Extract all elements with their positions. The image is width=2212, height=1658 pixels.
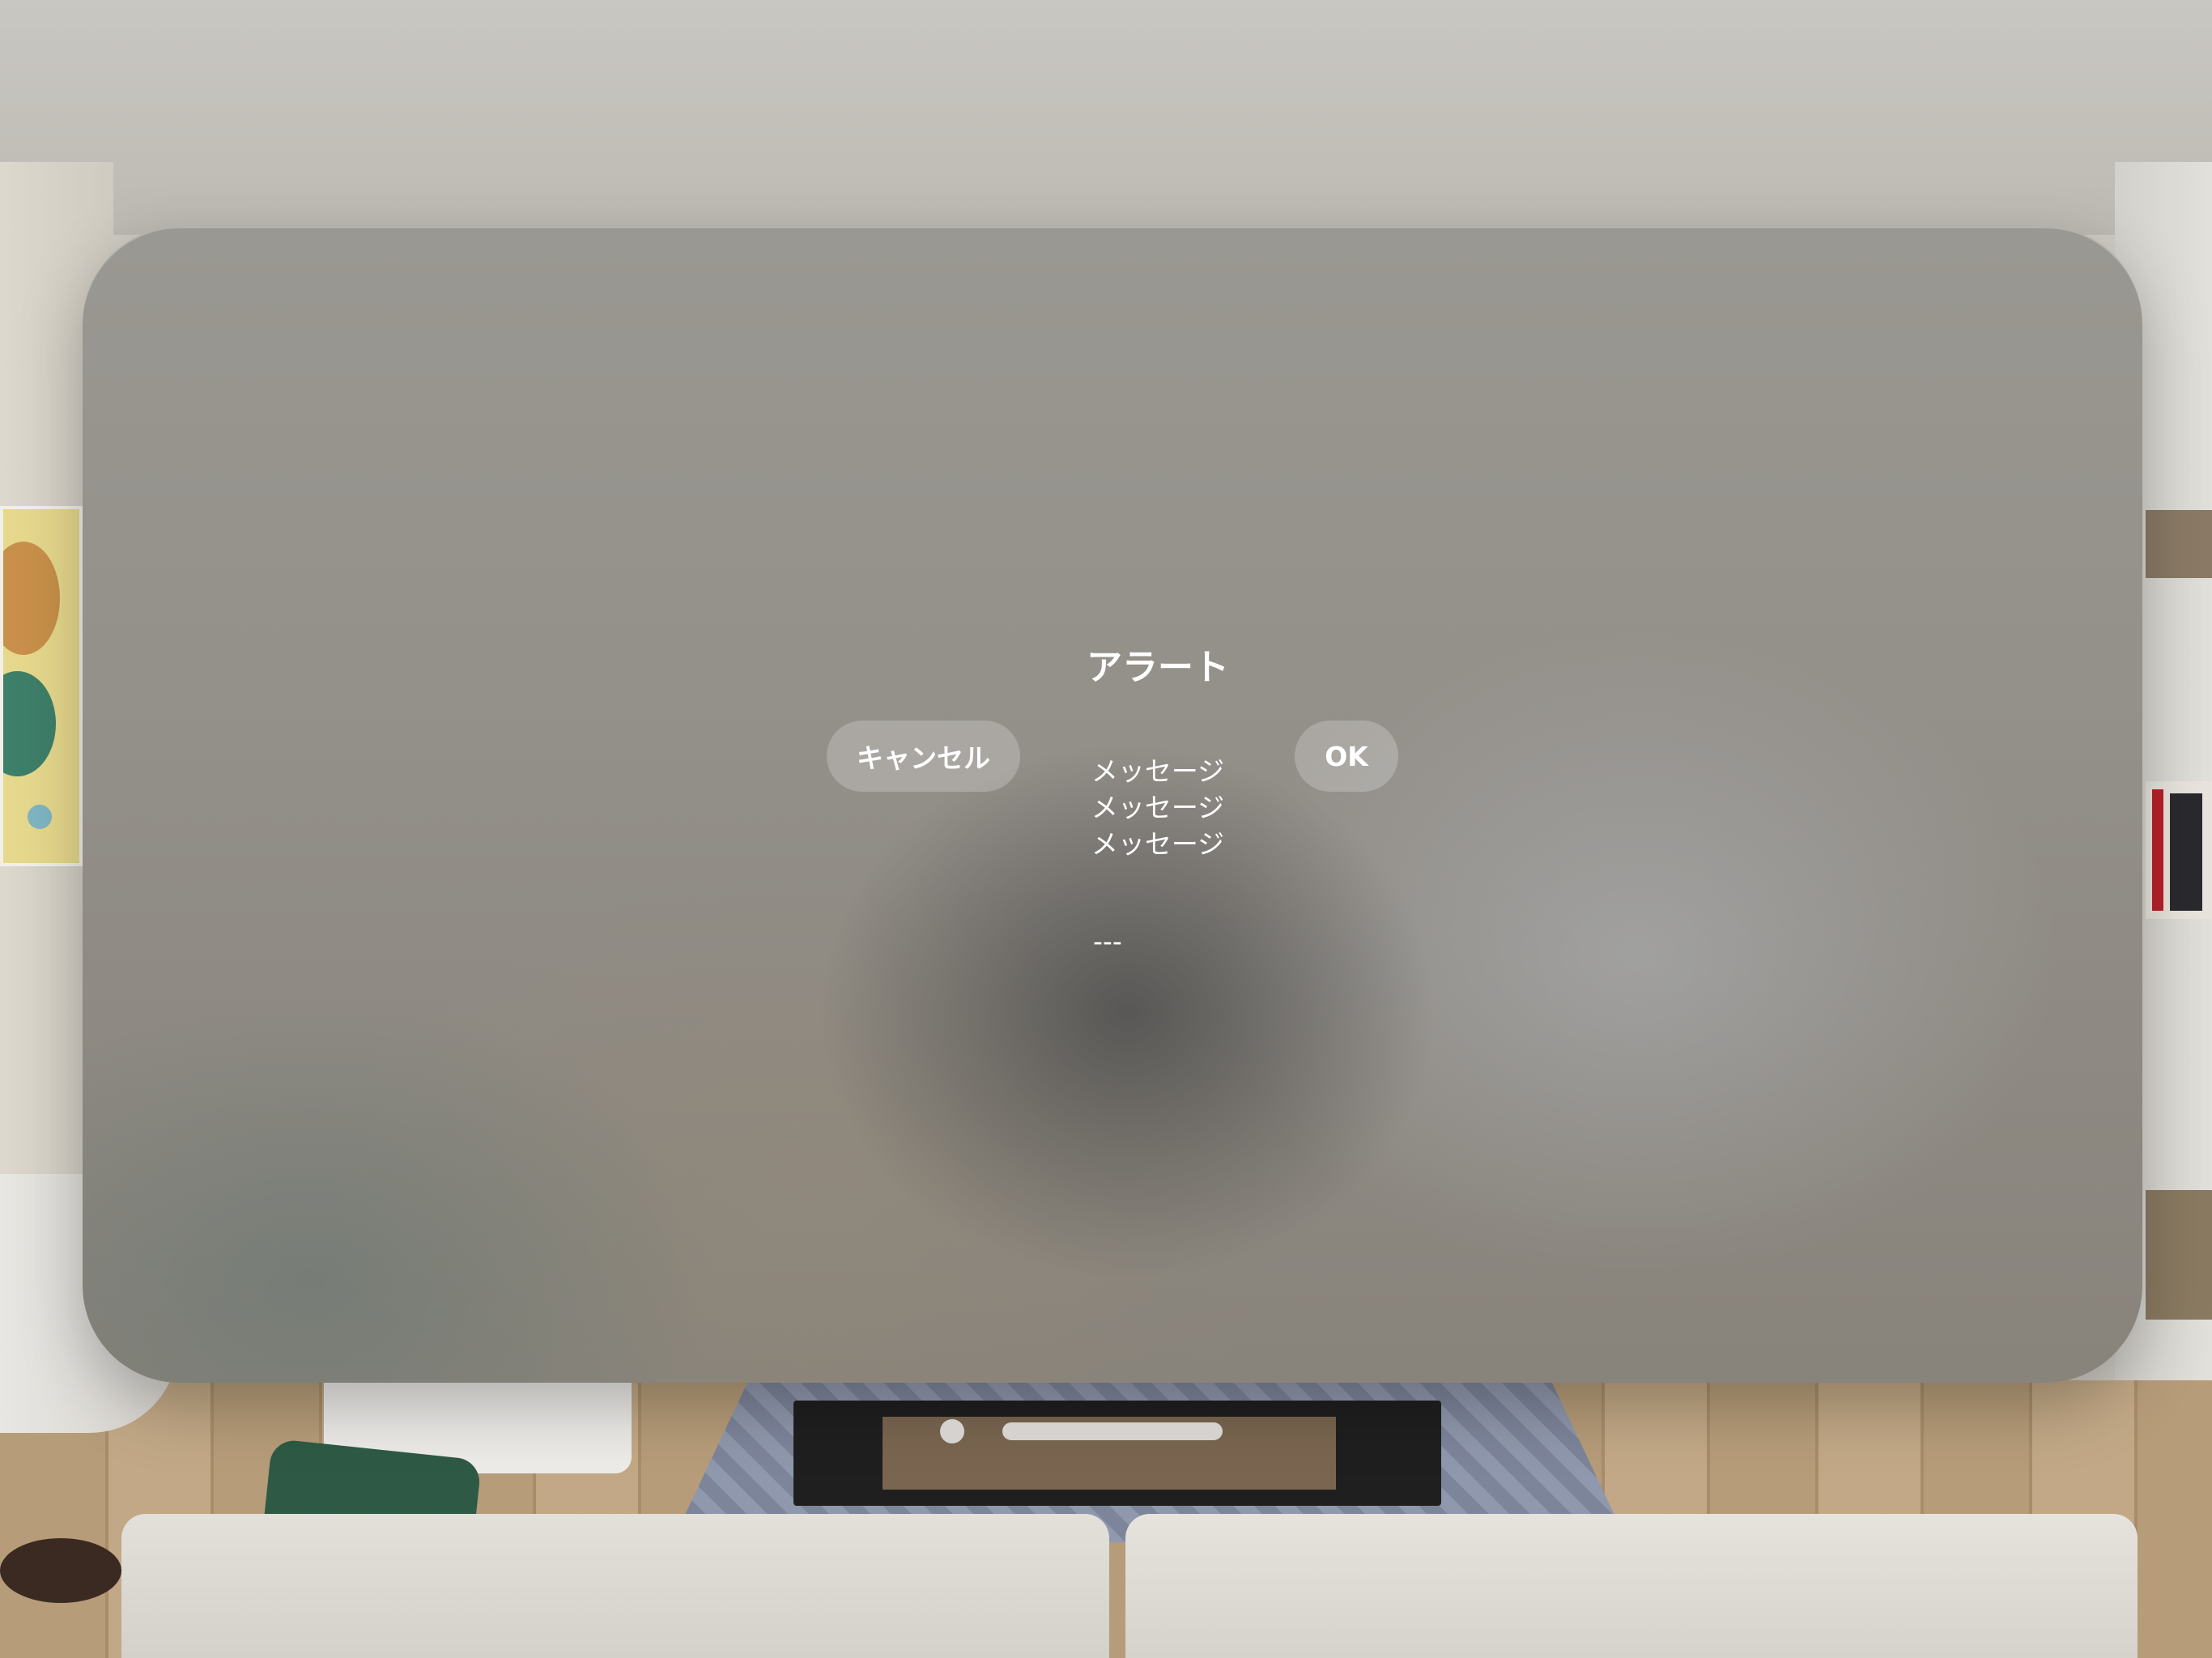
alert-message: メッセージ メッセージ メッセージ: [955, 753, 1360, 862]
bookshelf: [2146, 781, 2212, 919]
shelf: [2146, 510, 2212, 578]
book: [2170, 793, 2202, 911]
alert-separator-text: ---: [1093, 925, 1122, 957]
wall-painting: [0, 506, 83, 866]
alert-title: アラート: [1087, 647, 1229, 688]
alert-message-line: メッセージ: [1091, 755, 1225, 787]
sofa-cushion: [1125, 1514, 2138, 1658]
ceiling: [0, 0, 2212, 235]
tv-stand: [793, 1401, 1441, 1506]
sofa-cushion: [121, 1514, 1109, 1658]
painting-leaf: [3, 542, 60, 655]
window-close-dot[interactable]: [940, 1419, 964, 1443]
alert-message-line: メッセージ: [1091, 828, 1225, 860]
painting-leaf: [3, 671, 56, 776]
book: [2152, 789, 2163, 911]
painting-dot: [28, 805, 52, 829]
shelf: [2146, 1190, 2212, 1320]
window-grab-bar[interactable]: [1002, 1422, 1223, 1440]
lamp-base: [0, 1538, 121, 1603]
alert-message-line: メッセージ: [1091, 792, 1225, 823]
